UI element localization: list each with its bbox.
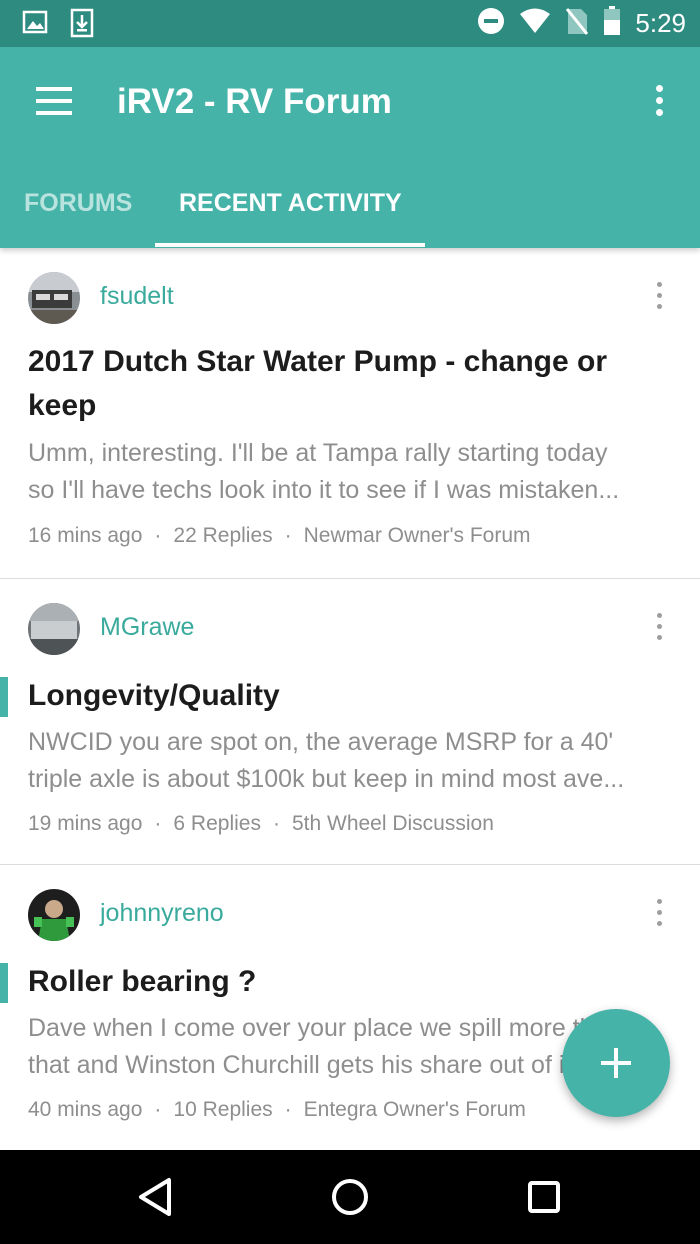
avatar[interactable] (28, 889, 80, 941)
reply-count: 10 Replies (173, 1098, 273, 1121)
post-meta: 16 mins ago · 22 Replies · Newmar Owner's Fo… (28, 524, 531, 547)
post-snippet: Umm, interesting. I'll be at Tampa rally… (28, 439, 620, 504)
forum-name: Entegra Owner's Forum (303, 1098, 526, 1121)
tab-forums[interactable]: FORUMS (24, 177, 132, 248)
username[interactable]: johnnyreno (100, 899, 224, 928)
post-title[interactable]: Longevity/Quality (28, 674, 668, 718)
post-title[interactable]: Roller bearing ? (28, 960, 668, 1004)
post-meta: 40 mins ago · 10 Replies · Entegra Owner's F… (28, 1098, 526, 1121)
more-vert-icon[interactable] (652, 613, 666, 643)
do-not-disturb-icon (477, 7, 505, 40)
more-vert-icon[interactable] (652, 899, 666, 929)
username[interactable]: MGrawe (100, 613, 194, 642)
back-icon[interactable] (131, 1172, 181, 1222)
reply-count: 6 Replies (173, 812, 261, 835)
tab-bar: FORUMS RECENT ACTIVITY (0, 177, 700, 248)
navigation-bar (0, 1150, 700, 1244)
image-icon (22, 8, 48, 43)
battery-icon (603, 6, 621, 41)
hamburger-menu-icon[interactable] (34, 85, 74, 117)
post-title[interactable]: 2017 Dutch Star Water Pump - change or k… (28, 340, 668, 428)
no-sim-icon (565, 6, 589, 41)
wifi-icon (519, 8, 551, 39)
post-meta: 19 mins ago · 6 Replies · 5th Wheel Discussi… (28, 812, 494, 835)
unread-indicator (0, 677, 8, 717)
status-bar: 5:29 (0, 0, 700, 47)
post-snippet: NWCID you are spot on, the average MSRP … (28, 728, 625, 793)
list-item[interactable]: fsudelt 2017 Dutch Star Water Pump - cha… (0, 248, 700, 579)
reply-count: 22 Replies (173, 524, 273, 547)
time-ago: 40 mins ago (28, 1098, 143, 1121)
download-icon (70, 8, 94, 43)
avatar[interactable] (28, 603, 80, 655)
forum-name: 5th Wheel Discussion (291, 812, 494, 835)
more-vert-icon[interactable] (652, 282, 666, 312)
time-ago: 16 mins ago (28, 524, 143, 547)
forum-name: Newmar Owner's Forum (303, 524, 531, 547)
tab-indicator (155, 243, 425, 247)
more-vert-icon[interactable] (652, 85, 666, 119)
status-time: 5:29 (635, 8, 686, 38)
recents-icon[interactable] (519, 1172, 569, 1222)
time-ago: 19 mins ago (28, 812, 143, 835)
unread-indicator (0, 963, 8, 1003)
home-icon[interactable] (325, 1172, 375, 1222)
username[interactable]: fsudelt (100, 282, 174, 311)
avatar[interactable] (28, 272, 80, 324)
new-post-button[interactable] (562, 1009, 670, 1117)
tab-recent-activity[interactable]: RECENT ACTIVITY (179, 177, 402, 248)
app-bar: iRV2 - RV Forum FORUMS RECENT ACTIVITY (0, 47, 700, 248)
list-item[interactable]: MGrawe Longevity/Quality NWCID you are s… (0, 579, 700, 865)
app-title: iRV2 - RV Forum (117, 82, 392, 121)
